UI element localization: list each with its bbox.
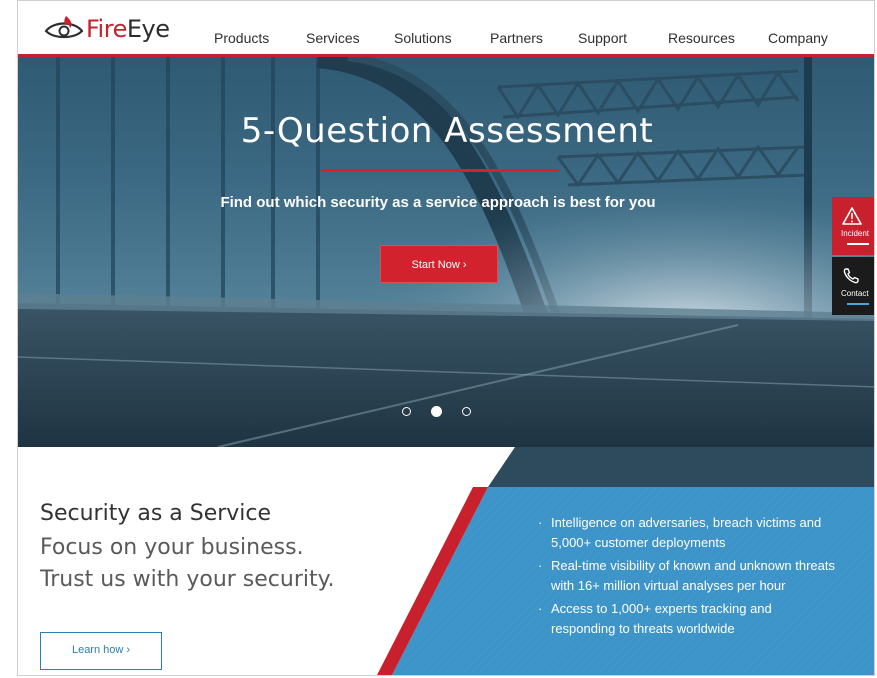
nav-item-products[interactable]: Products <box>214 30 269 46</box>
contact-tab-underline <box>847 303 869 305</box>
logo-text-eye: Eye <box>126 15 170 43</box>
hero-title: 5-Question Assessment <box>240 111 654 151</box>
incident-tab-underline <box>847 243 869 245</box>
nav-item-resources[interactable]: Resources <box>668 30 735 46</box>
carousel-dot-2[interactable] <box>431 406 442 417</box>
hero-title-underline <box>321 169 559 172</box>
start-now-button[interactable]: Start Now › <box>380 245 498 283</box>
incident-side-tab[interactable]: Incident <box>832 197 874 255</box>
incident-tab-label: Incident <box>841 229 870 238</box>
nav-item-solutions[interactable]: Solutions <box>394 30 452 46</box>
carousel-dots <box>402 406 491 417</box>
site-header: FireEye Products Services Solutions Part… <box>18 1 874 57</box>
list-item: Access to 1,000+ experts tracking and re… <box>536 599 836 639</box>
browser-page: FireEye Products Services Solutions Part… <box>17 0 875 676</box>
contact-tab-label: Contact <box>841 289 869 298</box>
fireeye-logo[interactable]: FireEye <box>44 11 170 47</box>
hero-subtitle: Find out which security as a service app… <box>220 194 656 211</box>
promo-title: Security as a Service <box>40 501 272 526</box>
carousel-dot-3[interactable] <box>462 407 471 416</box>
warning-triangle-icon <box>842 207 862 225</box>
security-as-a-service-section: Security as a Service Focus on your busi… <box>18 447 874 675</box>
promo-line-focus: Focus on your business. <box>40 535 304 560</box>
learn-how-button[interactable]: Learn how › <box>40 632 162 670</box>
eye-logo-icon <box>44 16 84 39</box>
list-item: Intelligence on adversaries, breach vict… <box>536 513 836 553</box>
contact-side-tab[interactable]: Contact <box>832 257 874 315</box>
nav-item-services[interactable]: Services <box>306 30 360 46</box>
promo-line-trust: Trust us with your security. <box>40 567 335 592</box>
hero-carousel: 5-Question Assessment Find out which sec… <box>18 57 874 447</box>
promo-bullet-list: Intelligence on adversaries, breach vict… <box>536 513 836 642</box>
logo-text-fire: Fire <box>86 15 127 43</box>
logo-wordmark: FireEye <box>86 15 170 43</box>
nav-item-partners[interactable]: Partners <box>490 30 543 46</box>
nav-item-company[interactable]: Company <box>768 30 828 46</box>
phone-icon <box>843 268 859 284</box>
carousel-dot-1[interactable] <box>402 407 411 416</box>
nav-item-support[interactable]: Support <box>578 30 627 46</box>
list-item: Real-time visibility of known and unknow… <box>536 556 836 596</box>
